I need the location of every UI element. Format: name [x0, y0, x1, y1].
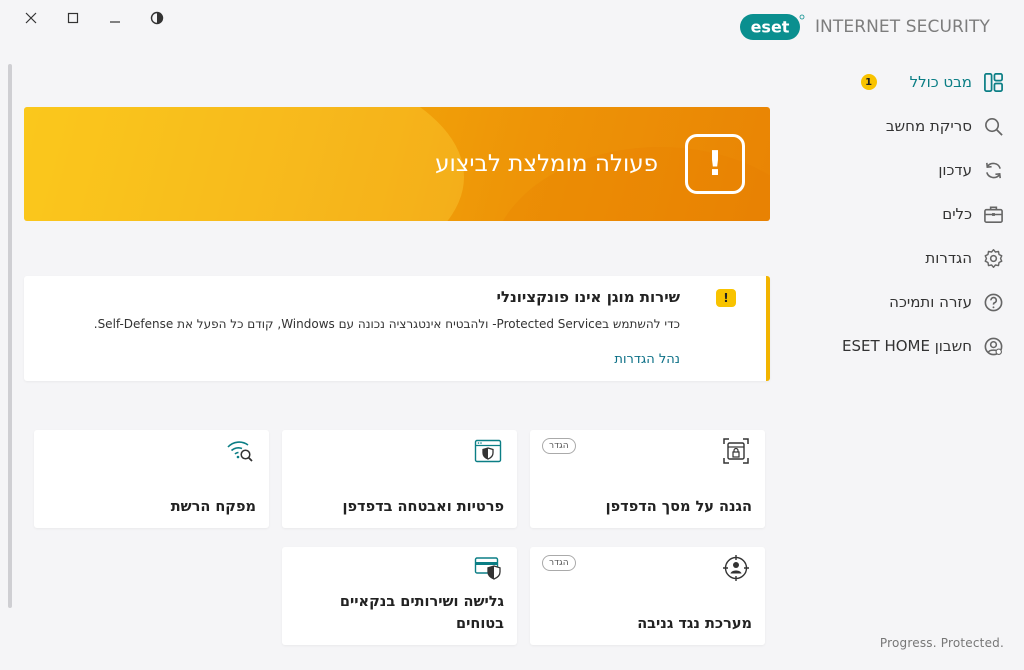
anti-theft-icon: [721, 553, 751, 583]
sidebar-item-label: מבט כולל: [909, 73, 972, 91]
wifi-search-icon: [225, 436, 255, 466]
tile-browser-screen-protection[interactable]: הגדר הגנה על מסך הדפדפן: [530, 430, 765, 528]
sidebar-item-label: חשבון ESET HOME: [842, 337, 972, 355]
warning-title: שירות מוגן אינו פונקציונלי: [496, 288, 680, 306]
product-name: INTERNET SECURITY: [814, 17, 990, 37]
sidebar: מבט כולל 1 סריקת מחשב עדכון כלים הגדרות …: [804, 60, 1004, 368]
warning-description: כדי להשתמש בProtected Service- ולהבטיח א…: [93, 317, 680, 331]
window-controls: [10, 6, 178, 30]
scrollbar[interactable]: [8, 64, 12, 608]
brand: eset INTERNET SECURITY: [739, 12, 990, 42]
tile-browser-privacy-security[interactable]: פרטיות ואבטחה בדפדפן: [282, 430, 517, 528]
search-icon: [982, 115, 1004, 137]
tile-safe-banking[interactable]: גלישה ושירותים בנקאיים בטוחים: [282, 547, 517, 645]
tile-anti-theft[interactable]: הגדר מערכת נגד גניבה: [530, 547, 765, 645]
tile-title: הגנה על מסך הדפדפן: [605, 499, 752, 515]
sidebar-item-label: סריקת מחשב: [885, 117, 972, 135]
sidebar-item-label: הגדרות: [925, 249, 972, 267]
main-content: ! פעולה מומלצת לביצוע ! שירות מוגן אינו …: [24, 107, 770, 381]
sidebar-item-label: עזרה ותמיכה: [889, 293, 972, 311]
eset-logo: eset: [739, 14, 805, 40]
sidebar-item-tools[interactable]: כלים: [804, 192, 1004, 236]
tile-title: גלישה ושירותים בנקאיים בטוחים: [339, 594, 504, 632]
feature-tiles: הגדר הגנה על מסך הדפדפן פרטיות ואבטחה בד…: [34, 430, 765, 650]
account-icon: [982, 335, 1004, 357]
theme-toggle-button[interactable]: [136, 6, 178, 30]
tile-title: מפקח הרשת: [170, 499, 256, 515]
help-icon: [982, 291, 1004, 313]
banner-content: ! פעולה מומלצת לביצוע: [435, 134, 745, 194]
briefcase-icon: [982, 203, 1004, 225]
banner-title: פעולה מומלצת לביצוע: [435, 151, 658, 177]
refresh-icon: [982, 159, 1004, 181]
contrast-icon: [150, 11, 164, 25]
sidebar-item-label: עדכון: [938, 161, 972, 179]
manage-settings-link[interactable]: נהל הגדרות: [614, 352, 680, 367]
alert-icon: !: [685, 134, 745, 194]
notification-badge: 1: [860, 74, 877, 90]
tile-network-inspector[interactable]: מפקח הרשת: [34, 430, 269, 528]
maximize-icon: [67, 12, 79, 24]
tile-title: מערכת נגד גניבה: [637, 616, 752, 632]
minimize-button[interactable]: [94, 6, 136, 30]
alert-icon-glyph: !: [707, 144, 723, 184]
sidebar-item-label: כלים: [942, 205, 972, 223]
sidebar-item-help[interactable]: עזרה ותמיכה: [804, 280, 1004, 324]
footer-tagline: Progress. Protected.: [879, 636, 1004, 650]
sidebar-item-computer-scan[interactable]: סריקת מחשב: [804, 104, 1004, 148]
card-shield-icon: [473, 553, 503, 583]
browser-lock-icon: [721, 436, 751, 466]
minimize-icon: [110, 21, 120, 23]
close-button[interactable]: [10, 6, 52, 30]
sidebar-item-update[interactable]: עדכון: [804, 148, 1004, 192]
maximize-button[interactable]: [52, 6, 94, 30]
tile-title: פרטיות ואבטחה בדפדפן: [342, 499, 504, 515]
close-icon: [25, 12, 37, 24]
sidebar-item-eset-home[interactable]: חשבון ESET HOME: [804, 324, 1004, 368]
action-banner[interactable]: ! פעולה מומלצת לביצוע: [24, 107, 770, 221]
sidebar-item-overview[interactable]: מבט כולל 1: [804, 60, 1004, 104]
warning-icon: !: [716, 289, 736, 307]
sidebar-item-settings[interactable]: הגדרות: [804, 236, 1004, 280]
browser-shield-icon: [473, 436, 503, 466]
gear-icon: [982, 247, 1004, 269]
eset-logo-text: eset: [751, 18, 790, 37]
setup-badge[interactable]: הגדר: [542, 438, 576, 454]
warning-card: ! שירות מוגן אינו פונקציונלי כדי להשתמש …: [24, 276, 770, 381]
banner-decoration: [24, 107, 464, 221]
dashboard-icon: [982, 71, 1004, 93]
setup-badge[interactable]: הגדר: [542, 555, 576, 571]
